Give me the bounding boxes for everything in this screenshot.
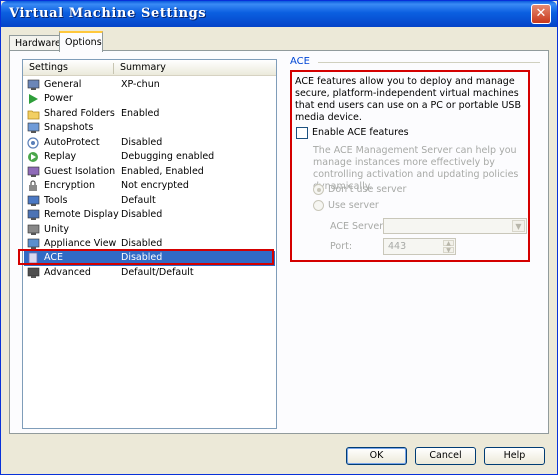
ok-button[interactable]: OK — [346, 447, 407, 465]
settings-row-power[interactable]: Power — [24, 92, 275, 107]
port-stepper[interactable]: 443 ▲ ▼ — [383, 238, 456, 255]
settings-row-guest-isolation[interactable]: Guest Isolation Enabled, Enabled — [24, 165, 275, 180]
ace-group-title: ACE — [290, 56, 310, 67]
settings-row-shared-folders[interactable]: Shared Folders Enabled — [24, 107, 275, 122]
column-header-summary[interactable]: Summary — [120, 62, 166, 73]
autoprotect-icon — [27, 137, 40, 149]
close-button[interactable]: ✕ — [531, 4, 551, 24]
port-label: Port: — [330, 241, 353, 252]
settings-row-label: General — [44, 79, 82, 90]
settings-row-replay[interactable]: Replay Debugging enabled — [24, 150, 275, 165]
column-header-settings[interactable]: Settings — [29, 62, 68, 73]
port-value: 443 — [388, 241, 407, 252]
settings-row-remote-display[interactable]: Remote Display Disabled — [24, 208, 275, 223]
unity-icon — [27, 224, 40, 236]
settings-row-summary: Debugging enabled — [121, 151, 215, 163]
display-icon — [27, 209, 40, 221]
options-panel: Settings Summary General XP-chun Power Shar… — [9, 50, 549, 434]
replay-icon — [27, 151, 40, 163]
settings-row-unity[interactable]: Unity — [24, 223, 275, 238]
settings-row-summary: Disabled — [121, 237, 163, 249]
settings-row-encryption[interactable]: Encryption Not encrypted — [24, 179, 275, 194]
column-divider[interactable] — [113, 63, 114, 74]
settings-row-label: Tools — [44, 194, 68, 206]
enable-ace-label[interactable]: Enable ACE features — [312, 127, 409, 138]
stepper-arrows: ▲ ▼ — [443, 240, 454, 254]
radio-dot-icon — [317, 188, 321, 192]
settings-row-summary: Disabled — [121, 252, 163, 264]
ace-icon — [27, 252, 40, 264]
settings-row-label: ACE — [44, 252, 63, 264]
settings-row-summary: Default — [121, 194, 156, 206]
chevron-down-icon[interactable]: ▼ — [512, 220, 525, 232]
general-icon — [27, 79, 40, 91]
appliance-icon — [27, 238, 40, 250]
ace-server-combo[interactable]: ▼ — [383, 218, 527, 234]
settings-row-snapshots[interactable]: Snapshots — [24, 121, 275, 136]
list-header: Settings Summary — [23, 60, 276, 76]
settings-row-label: Encryption — [44, 180, 96, 192]
ace-description: ACE features allow you to deploy and man… — [295, 76, 521, 123]
settings-row-summary: Not encrypted — [121, 180, 189, 192]
settings-row-advanced[interactable]: Advanced Default/Default — [24, 266, 275, 281]
help-button[interactable]: Help — [484, 447, 545, 465]
settings-row-summary: Disabled — [121, 209, 163, 221]
use-server-label[interactable]: Use server — [328, 200, 379, 211]
settings-row-summary: Enabled — [121, 107, 160, 119]
settings-row-label: AutoProtect — [44, 136, 100, 148]
window-title: Virtual Machine Settings — [9, 6, 207, 21]
tab-options[interactable]: Options — [59, 31, 103, 52]
settings-row-label: Unity — [44, 223, 69, 235]
settings-list[interactable]: Settings Summary General XP-chun Power Shar… — [22, 59, 277, 429]
settings-row-label: Shared Folders — [44, 107, 115, 119]
ace-server-label: ACE Server: — [330, 221, 387, 232]
settings-row-summary: XP-chun — [121, 79, 160, 90]
power-icon — [27, 93, 40, 105]
settings-row-appliance-view[interactable]: Appliance View Disabled — [24, 237, 275, 252]
group-divider — [318, 62, 540, 63]
settings-row-summary: Default/Default — [121, 266, 194, 278]
isolation-icon — [27, 166, 40, 178]
cancel-button[interactable]: Cancel — [415, 447, 476, 465]
settings-row-label: Appliance View — [44, 237, 117, 249]
arrow-up-icon[interactable]: ▲ — [443, 240, 454, 247]
settings-row-label: Advanced — [44, 266, 91, 278]
settings-dialog: Virtual Machine Settings ✕ Hardware Opti… — [0, 0, 558, 475]
settings-row-label: Replay — [44, 151, 77, 163]
settings-row-autoprotect[interactable]: AutoProtect Disabled — [24, 136, 275, 151]
tools-icon — [27, 195, 40, 207]
settings-row-summary: Enabled, Enabled — [121, 165, 204, 177]
dont-use-server-radio[interactable] — [313, 184, 324, 195]
enable-ace-checkbox[interactable] — [296, 127, 308, 139]
title-bar[interactable]: Virtual Machine Settings ✕ — [1, 1, 557, 27]
settings-row-label: Snapshots — [44, 122, 94, 134]
use-server-radio[interactable] — [313, 200, 324, 211]
settings-row-tools[interactable]: Tools Default — [24, 194, 275, 209]
settings-row-label: Remote Display — [44, 209, 119, 221]
settings-row-label: Power — [44, 93, 73, 105]
settings-row-label: Guest Isolation — [44, 165, 116, 177]
settings-row-ace[interactable]: ACE Disabled — [24, 251, 275, 266]
settings-row-summary: Disabled — [121, 136, 163, 148]
advanced-icon — [27, 267, 40, 279]
arrow-down-icon[interactable]: ▼ — [443, 247, 454, 254]
settings-row-general[interactable]: General XP-chun — [24, 78, 275, 93]
folder-icon — [27, 108, 40, 120]
snapshot-icon — [27, 122, 40, 134]
dont-use-server-label[interactable]: Don't use server — [328, 184, 406, 195]
encryption-icon — [27, 180, 40, 192]
